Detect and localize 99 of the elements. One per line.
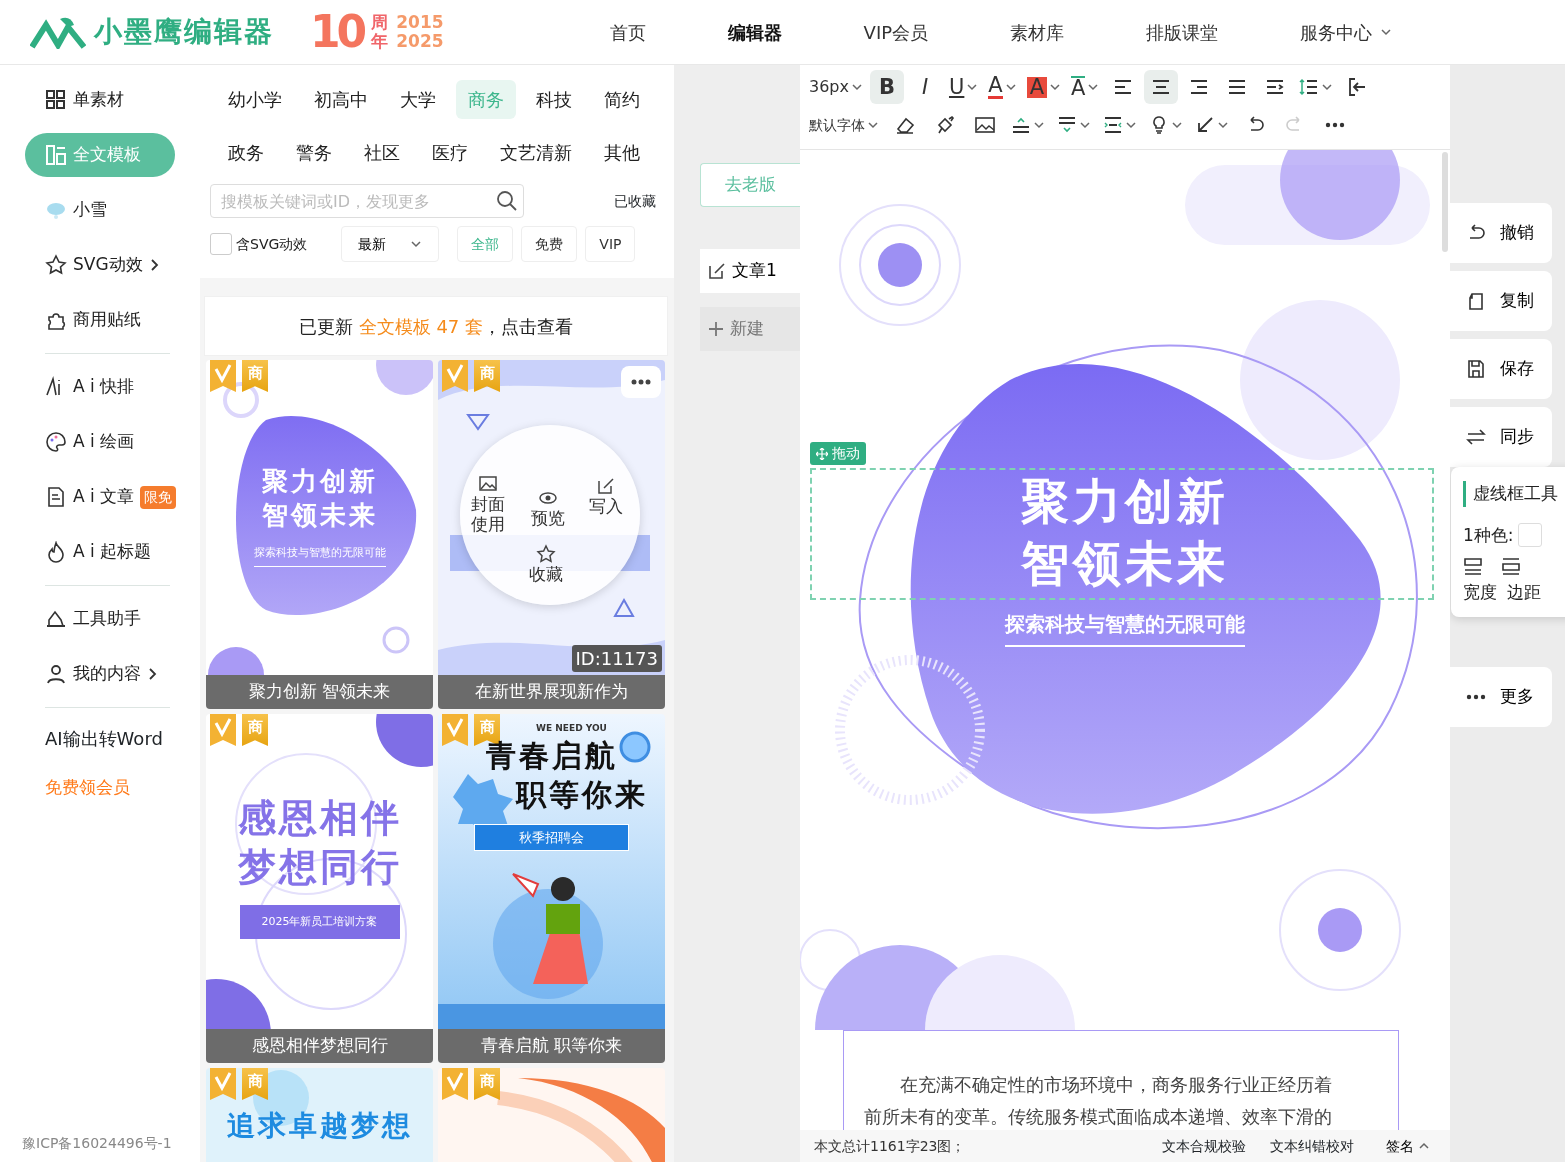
category-tab[interactable]: 科技 (524, 80, 584, 119)
template-caption: 在新世界展现新作为 (438, 675, 665, 709)
nav-link[interactable]: 素材库 (1010, 18, 1065, 46)
font-size-select[interactable]: 36px (806, 70, 866, 104)
poster-banner: 秋季招聘会 (474, 823, 629, 851)
new-document-button[interactable]: 新建 (700, 307, 800, 351)
sidebar-item[interactable]: 我的内容 (25, 652, 175, 696)
badge-label: 商 (242, 714, 268, 746)
signature-menu[interactable]: 签名 (1378, 1134, 1436, 1158)
side-action-button[interactable]: 同步 (1450, 407, 1552, 467)
sidebar-item[interactable]: 工具助手 (25, 597, 175, 641)
highlight-icon: A (1026, 76, 1048, 98)
nav-link[interactable]: 编辑器 (727, 18, 782, 46)
category-tab[interactable]: 医疗 (420, 133, 480, 172)
card-action[interactable]: 封面使用 (470, 473, 506, 535)
favorites-link[interactable]: 已收藏 (614, 190, 656, 212)
card-action[interactable]: 预览 (530, 487, 566, 529)
anniversary-char: 年 (371, 32, 389, 51)
checkbox-label: 含SVG动效 (236, 234, 308, 254)
poster-subtitle: 探索科技与智慧的无限可能 (1005, 608, 1245, 647)
badge-label: 商 (242, 1068, 268, 1100)
poster-title: 聚力创新 (1021, 472, 1229, 531)
free-badge: 限免 (140, 485, 177, 509)
nav-link[interactable]: 服务中心 (1300, 18, 1393, 46)
side-action-button[interactable]: 保存 (1450, 339, 1552, 399)
anniversary-year: 2025 (396, 32, 444, 51)
poster-title: 智领未来 (1021, 534, 1229, 594)
sort-dropdown[interactable]: 最新 (341, 226, 440, 262)
toolbar-button[interactable]: A (985, 70, 1020, 104)
sidebar-item[interactable]: 小雪 (25, 188, 175, 232)
logo-text: 小墨鹰编辑器 (94, 14, 274, 50)
poster-tag: WE NEED YOU (536, 722, 607, 736)
badge-label: 商 (242, 360, 268, 392)
template-caption: 聚力创新 智领未来 (206, 675, 433, 709)
anniversary-year: 2015 (396, 13, 444, 32)
category-tab[interactable]: 其他 (592, 133, 652, 172)
sidebar-item[interactable]: A i 起标题 (25, 530, 175, 574)
side-action-button[interactable]: 复制 (1450, 271, 1552, 331)
color-label: 1种色: (1463, 523, 1514, 547)
word-count: 本文总计1161字23图； (814, 1136, 966, 1156)
paragraph-line: 前所未有的变革。传统服务模式面临成本递增、效率下滑的 (864, 1104, 1333, 1129)
italic-icon: I (921, 76, 929, 98)
category-tab[interactable]: 幼小学 (216, 80, 294, 119)
category-tab[interactable]: 文艺清新 (488, 133, 584, 172)
poster-banner: 2025年新员工培训方案 (239, 904, 400, 940)
filter-button[interactable]: 免费 (521, 226, 578, 262)
document-tab[interactable]: 文章1 (700, 249, 800, 293)
sidebar-item[interactable]: 单素材 (25, 78, 175, 122)
search-field[interactable]: 搜模板关键词或ID，发现更多 (210, 184, 524, 218)
popup-label: 边距 (1507, 581, 1541, 604)
anniversary-number: 10 (310, 10, 364, 54)
toolbar-button[interactable]: U (946, 70, 982, 104)
category-tab[interactable]: 初高中 (302, 80, 380, 119)
toolbar-button[interactable]: I (908, 70, 942, 104)
poster-title: 聚力创新 (261, 465, 378, 498)
sidebar-item[interactable]: A i 快排 (25, 365, 175, 409)
badge-label: 商 (474, 1068, 500, 1100)
badge-label: 商 (474, 360, 500, 392)
card-action[interactable]: 收藏 (528, 543, 564, 585)
poster-subtitle: 探索科技与智慧的无限可能 (253, 544, 386, 568)
side-action-button[interactable]: 撤销 (1450, 203, 1552, 263)
category-tab[interactable]: 政务 (216, 133, 276, 172)
template-caption: 感恩相伴梦想同行 (206, 1029, 433, 1063)
nav-link[interactable]: VIP会员 (863, 18, 929, 46)
anniversary-char: 周 (371, 13, 389, 32)
sidebar-item[interactable]: SVG动效 (25, 243, 175, 287)
sidebar-item[interactable]: A i 绘画 (25, 420, 175, 464)
side-action-button[interactable]: 更多 (1450, 667, 1552, 727)
poster-title: 感恩相伴 (237, 795, 402, 842)
paragraph-line: 在充满不确定性的市场环境中，商务服务行业正经历着 (899, 1073, 1333, 1097)
poster-title: 梦想同行 (237, 844, 402, 892)
category-tab[interactable]: 大学 (388, 80, 448, 119)
poster-title: 职等你来 (515, 775, 648, 814)
filter-button[interactable]: VIP (585, 226, 636, 262)
font-family-select[interactable]: 默认字体 (806, 108, 882, 142)
poster-title: 智领未来 (261, 498, 378, 532)
category-tab[interactable]: 社区 (352, 133, 412, 172)
sidebar-item[interactable]: 商用贴纸 (25, 298, 175, 342)
popup-title: 虚线框工具 (1463, 481, 1565, 507)
category-tab[interactable]: 简约 (592, 80, 652, 119)
nav-link[interactable]: 首页 (609, 18, 646, 46)
toolbar-button[interactable]: B (870, 70, 904, 104)
popup-label: 宽度 (1463, 581, 1497, 604)
underline-icon: U (949, 76, 965, 98)
toolbar-button[interactable]: A (1068, 70, 1103, 104)
template-caption: 青春启航 职等你来 (438, 1029, 665, 1063)
template-thumbnail[interactable]: 商 封面使用 预览 写入 收藏 ID:11173 (438, 360, 665, 675)
poster-title: 追求卓越梦想 (226, 1108, 413, 1144)
template-id: ID:11173 (571, 645, 662, 672)
status-link[interactable]: 文本合规校验 (1162, 1135, 1246, 1157)
category-tab[interactable]: 警务 (284, 133, 344, 172)
sidebar-link[interactable]: AI输出转Word (45, 725, 200, 752)
nav-link[interactable]: 排版课堂 (1146, 18, 1219, 46)
icp-text: 豫ICP备16024496号-1 (22, 1134, 172, 1153)
card-action[interactable]: 写入 (588, 475, 624, 517)
status-link[interactable]: 文本纠错校对 (1270, 1135, 1354, 1157)
bold-icon: B (878, 76, 895, 98)
template-thumbnail[interactable]: 商 感恩相伴 梦想同行 2025年新员工培训方案 (206, 714, 433, 1029)
sidebar-item[interactable]: A i 文章 限免 (25, 475, 187, 519)
